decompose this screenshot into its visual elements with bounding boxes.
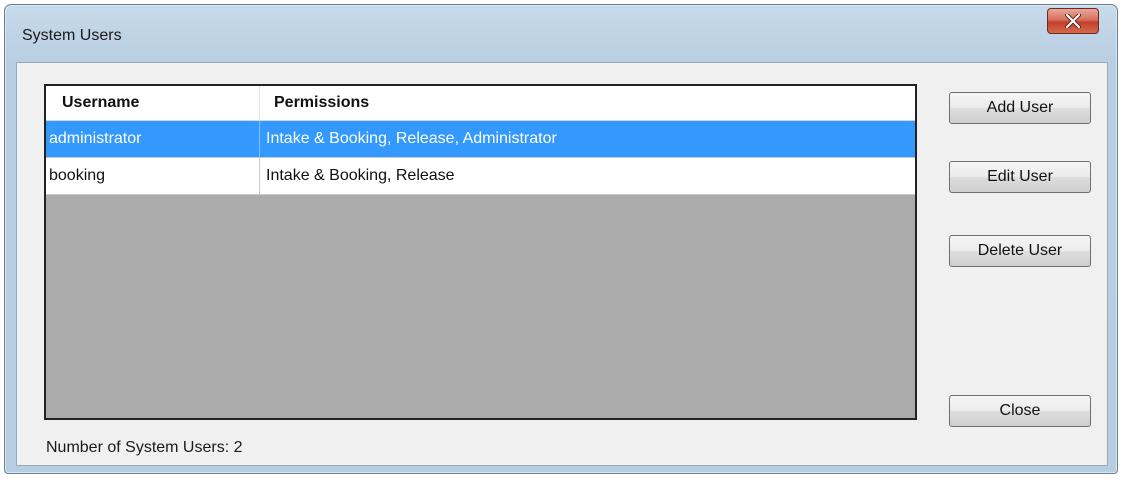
delete-user-button[interactable]: Delete User	[949, 235, 1091, 267]
edit-user-button[interactable]: Edit User	[949, 161, 1091, 193]
list-header: Username Permissions	[46, 86, 915, 121]
column-header-username[interactable]: Username	[46, 86, 260, 120]
add-user-button[interactable]: Add User	[949, 92, 1091, 124]
column-header-permissions[interactable]: Permissions	[260, 86, 915, 120]
dialog-client-area: Username Permissions administrator Intak…	[16, 62, 1108, 466]
user-count-label: Number of System Users: 2	[46, 439, 243, 456]
permissions-cell: Intake & Booking, Release	[266, 167, 455, 184]
window-close-button[interactable]	[1047, 8, 1099, 34]
window-title: System Users	[22, 27, 122, 44]
user-row-administrator[interactable]: administrator Intake & Booking, Release,…	[46, 121, 915, 158]
username-cell: booking	[46, 158, 260, 194]
close-icon	[1065, 14, 1081, 28]
close-button[interactable]: Close	[949, 395, 1091, 427]
user-row-booking[interactable]: booking Intake & Booking, Release	[46, 158, 915, 195]
username-cell: administrator	[46, 121, 260, 157]
title-bar[interactable]: System Users	[5, 5, 1117, 61]
permissions-cell: Intake & Booking, Release, Administrator	[266, 130, 557, 147]
users-list-view[interactable]: Username Permissions administrator Intak…	[44, 84, 917, 420]
system-users-window: System Users Username Permissions admini…	[4, 4, 1118, 474]
